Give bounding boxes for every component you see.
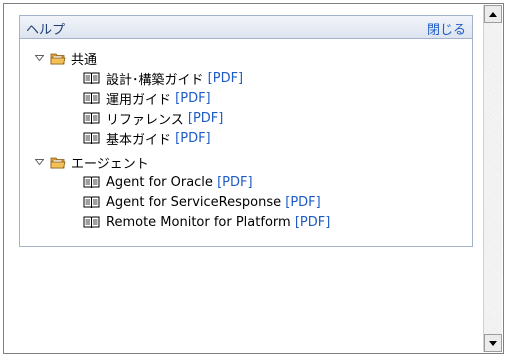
book-icon (83, 215, 100, 229)
pdf-link[interactable]: [PDF] (188, 111, 223, 126)
book-icon (83, 131, 100, 145)
tree-item: 運用ガイド [PDF] (32, 88, 466, 108)
tree-item: Remote Monitor for Platform [PDF] (32, 212, 466, 232)
book-icon (83, 111, 100, 125)
arrow-down-icon[interactable] (484, 334, 502, 352)
vertical-scrollbar[interactable] (483, 5, 502, 352)
content-area: ヘルプ 閉じる 共通 設計･構築ガイド [PDF] 運用ガイド [PDF] リフ… (5, 5, 481, 352)
pdf-link[interactable]: [PDF] (295, 215, 330, 230)
book-icon (83, 91, 100, 105)
close-link[interactable]: 閉じる (427, 19, 466, 38)
tree-item: 設計･構築ガイド [PDF] (32, 68, 466, 88)
help-tree: 共通 設計･構築ガイド [PDF] 運用ガイド [PDF] リファレンス [PD… (32, 48, 466, 236)
tree-group: エージェント Agent for Oracle [PDF] Agent for … (32, 152, 466, 232)
pdf-link[interactable]: [PDF] (208, 71, 243, 86)
window-frame: ヘルプ 閉じる 共通 設計･構築ガイド [PDF] 運用ガイド [PDF] リフ… (3, 3, 504, 354)
tree-item: Agent for Oracle [PDF] (32, 172, 466, 192)
book-icon (83, 195, 100, 209)
help-panel: ヘルプ 閉じる 共通 設計･構築ガイド [PDF] 運用ガイド [PDF] リフ… (19, 15, 473, 247)
book-icon (83, 71, 100, 85)
panel-header: ヘルプ 閉じる (20, 16, 472, 39)
folder-icon (50, 155, 66, 169)
pdf-link[interactable]: [PDF] (285, 195, 320, 210)
item-label: 基本ガイド (106, 132, 172, 148)
triangle-down-icon[interactable] (32, 159, 46, 165)
item-label: 運用ガイド (106, 92, 172, 108)
pdf-link[interactable]: [PDF] (175, 131, 210, 146)
group-row: エージェント (32, 152, 466, 172)
folder-icon (50, 51, 66, 65)
group-row: 共通 (32, 48, 466, 68)
item-label: リファレンス (106, 112, 184, 128)
tree-item: 基本ガイド [PDF] (32, 128, 466, 148)
triangle-down-icon[interactable] (32, 55, 46, 61)
item-label: Agent for ServiceResponse (106, 194, 282, 210)
book-icon (83, 175, 100, 189)
pdf-link[interactable]: [PDF] (217, 175, 252, 190)
group-title: エージェント (71, 156, 149, 172)
arrow-up-icon[interactable] (484, 5, 502, 23)
panel-title: ヘルプ (26, 23, 66, 38)
pdf-link[interactable]: [PDF] (175, 91, 210, 106)
item-label: Remote Monitor for Platform (106, 214, 291, 230)
item-label: Agent for Oracle (106, 174, 213, 190)
tree-item: リファレンス [PDF] (32, 108, 466, 128)
group-title: 共通 (71, 52, 98, 68)
tree-group: 共通 設計･構築ガイド [PDF] 運用ガイド [PDF] リファレンス [PD… (32, 48, 466, 148)
tree-item: Agent for ServiceResponse [PDF] (32, 192, 466, 212)
item-label: 設計･構築ガイド (106, 72, 204, 88)
